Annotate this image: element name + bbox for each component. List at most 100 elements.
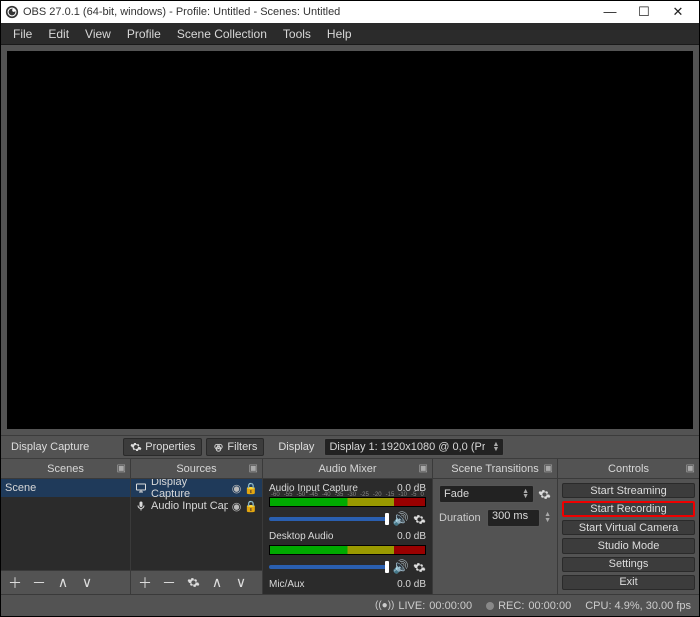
settings-button[interactable]: Settings	[562, 557, 695, 572]
transitions-body: Fade ▲▼ Duration 300 ms ▲▼	[433, 479, 557, 539]
transition-settings-button[interactable]	[538, 488, 551, 501]
popout-icon[interactable]: ▣	[686, 463, 695, 474]
record-dot-icon	[486, 602, 494, 610]
start-recording-button[interactable]: Start Recording	[562, 501, 695, 517]
mixer-body: Audio Input Capture 0.0 dB -60-55-50-45-…	[263, 479, 432, 594]
mixer-panel: Audio Mixer ▣ Audio Input Capture 0.0 dB…	[263, 459, 433, 594]
lock-icon[interactable]: 🔒	[244, 482, 258, 495]
menu-scene-collection[interactable]: Scene Collection	[171, 25, 273, 43]
eye-icon[interactable]: ◉	[232, 500, 242, 513]
menu-profile[interactable]: Profile	[121, 25, 167, 43]
minimize-button[interactable]: —	[593, 2, 627, 22]
scenes-list[interactable]: Scene	[1, 479, 130, 570]
rec-time: 00:00:00	[528, 600, 571, 612]
source-label: Audio Input Captu.	[151, 500, 228, 512]
cpu-status: CPU: 4.9%, 30.00 fps	[585, 600, 691, 612]
audio-meter: -60-55-50-45-40-35-30-25-20-15-10-50	[269, 497, 426, 507]
source-settings-button[interactable]	[185, 575, 201, 591]
scene-name: Scene	[5, 482, 36, 494]
eye-icon[interactable]: ◉	[232, 482, 242, 495]
source-item[interactable]: Audio Input Captu. ◉ 🔒	[131, 497, 262, 515]
controls-title: Controls	[608, 463, 649, 475]
remove-scene-button[interactable]: －	[31, 575, 47, 591]
chevron-updown-icon: ▲▼	[522, 489, 529, 499]
rec-status: REC: 00:00:00	[486, 600, 571, 612]
popout-icon[interactable]: ▣	[544, 463, 553, 474]
mixer-channel: Desktop Audio 0.0 dB 🔊	[263, 527, 432, 575]
menu-file[interactable]: File	[7, 25, 38, 43]
mixer-channel: Mic/Aux 0.0 dB	[263, 575, 432, 590]
sources-panel: Sources ▣ Display Capture ◉ 🔒 Audio Inpu…	[131, 459, 263, 594]
window-title: OBS 27.0.1 (64-bit, windows) - Profile: …	[23, 6, 593, 18]
source-item[interactable]: Display Capture ◉ 🔒	[131, 479, 262, 497]
sources-list[interactable]: Display Capture ◉ 🔒 Audio Input Captu. ◉…	[131, 479, 262, 570]
context-source-label: Display Capture	[5, 441, 95, 453]
channel-settings-button[interactable]	[413, 513, 426, 526]
menu-help[interactable]: Help	[321, 25, 358, 43]
lock-icon[interactable]: 🔒	[244, 500, 258, 513]
add-scene-button[interactable]: ＋	[7, 575, 23, 591]
controls-body: Start Streaming Start Recording Start Vi…	[558, 479, 699, 594]
studio-mode-button[interactable]: Studio Mode	[562, 538, 695, 553]
properties-button[interactable]: Properties	[123, 438, 202, 456]
mixer-title: Audio Mixer	[318, 463, 376, 475]
live-label: LIVE:	[398, 600, 425, 612]
scene-item[interactable]: Scene	[1, 479, 130, 497]
filters-button[interactable]: Filters	[206, 438, 264, 456]
duration-input[interactable]: 300 ms	[487, 509, 540, 527]
speaker-icon[interactable]: 🔊	[393, 511, 409, 527]
source-label: Display Capture	[151, 479, 228, 500]
audio-meter	[269, 545, 426, 555]
menu-view[interactable]: View	[79, 25, 117, 43]
source-up-button[interactable]: ∧	[209, 575, 225, 591]
scenes-title: Scenes	[47, 463, 84, 475]
obs-logo-icon	[5, 5, 19, 19]
sources-toolbar: ＋ － ∧ ∨	[131, 570, 262, 594]
rec-label: REC:	[498, 600, 524, 612]
channel-settings-button[interactable]	[413, 561, 426, 574]
controls-panel: Controls ▣ Start Streaming Start Recordi…	[558, 459, 699, 594]
transition-type-select[interactable]: Fade ▲▼	[439, 485, 534, 503]
mixer-channel: Audio Input Capture 0.0 dB -60-55-50-45-…	[263, 479, 432, 527]
scene-up-button[interactable]: ∧	[55, 575, 71, 591]
maximize-button[interactable]: ☐	[627, 2, 661, 22]
remove-source-button[interactable]: －	[161, 575, 177, 591]
channel-name: Mic/Aux	[269, 579, 305, 590]
controls-header[interactable]: Controls ▣	[558, 459, 699, 479]
menu-tools[interactable]: Tools	[277, 25, 317, 43]
status-bar: ((●)) LIVE: 00:00:00 REC: 00:00:00 CPU: …	[1, 594, 699, 616]
scenes-header[interactable]: Scenes ▣	[1, 459, 130, 479]
channel-db: 0.0 dB	[397, 579, 426, 590]
start-streaming-button[interactable]: Start Streaming	[562, 483, 695, 498]
speaker-icon[interactable]: 🔊	[393, 559, 409, 575]
volume-slider[interactable]	[269, 565, 389, 569]
preview-area	[1, 45, 699, 435]
close-button[interactable]: ✕	[661, 2, 695, 22]
sources-title: Sources	[176, 463, 216, 475]
live-time: 00:00:00	[429, 600, 472, 612]
channel-db: 0.0 dB	[397, 531, 426, 542]
volume-slider[interactable]	[269, 517, 389, 521]
transitions-title: Scene Transitions	[451, 463, 538, 475]
scene-down-button[interactable]: ∨	[79, 575, 95, 591]
display-select[interactable]: Display 1: 1920x1080 @ 0,0 (Prima ▲▼	[324, 438, 504, 456]
popout-icon[interactable]: ▣	[117, 463, 126, 474]
popout-icon[interactable]: ▣	[419, 463, 428, 474]
live-status: ((●)) LIVE: 00:00:00	[375, 600, 472, 612]
transitions-header[interactable]: Scene Transitions ▣	[433, 459, 557, 479]
source-down-button[interactable]: ∨	[233, 575, 249, 591]
stepper-arrows[interactable]: ▲▼	[544, 512, 551, 524]
monitor-icon	[135, 482, 147, 494]
popout-icon[interactable]: ▣	[249, 463, 258, 474]
sources-header[interactable]: Sources ▣	[131, 459, 262, 479]
exit-button[interactable]: Exit	[562, 575, 695, 590]
mixer-header[interactable]: Audio Mixer ▣	[263, 459, 432, 479]
display-label: Display	[272, 441, 320, 453]
docks: Scenes ▣ Scene ＋ － ∧ ∨ Sources ▣	[1, 459, 699, 594]
broadcast-icon: ((●))	[375, 600, 394, 611]
start-virtual-camera-button[interactable]: Start Virtual Camera	[562, 520, 695, 535]
preview-canvas[interactable]	[7, 51, 693, 429]
filters-label: Filters	[227, 441, 257, 453]
add-source-button[interactable]: ＋	[137, 575, 153, 591]
menu-edit[interactable]: Edit	[42, 25, 75, 43]
